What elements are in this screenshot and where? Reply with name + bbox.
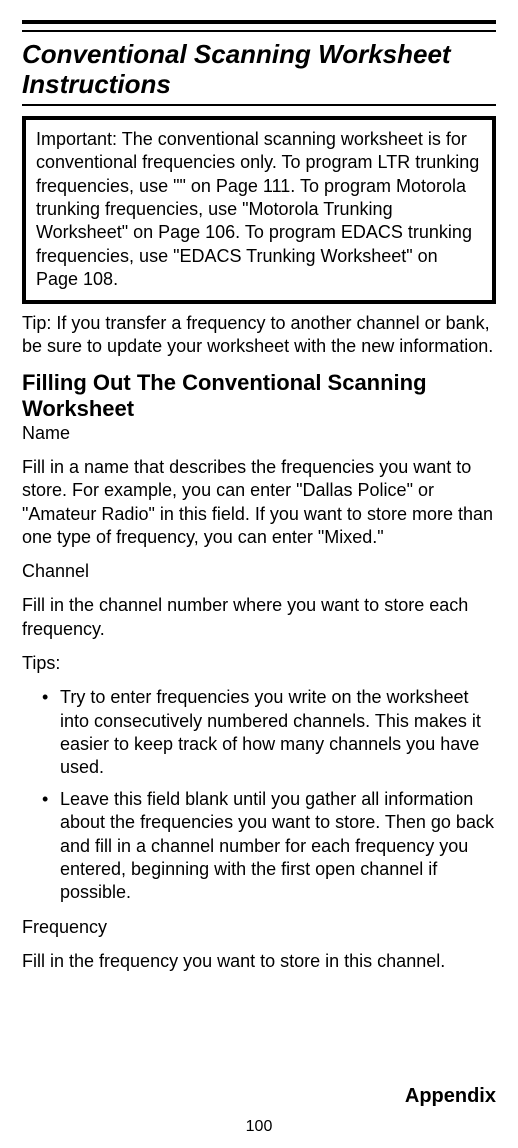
name-text: Fill in a name that describes the freque… [22, 456, 496, 550]
sub-heading: Filling Out The Conventional Scanning Wo… [22, 370, 496, 421]
page-content: Conventional Scanning Worksheet Instruct… [0, 0, 518, 973]
tips-label: Tips: [22, 653, 496, 674]
page-number: 100 [246, 1118, 273, 1136]
appendix-label: Appendix [405, 1085, 496, 1108]
frequency-text: Fill in the frequency you want to store … [22, 950, 496, 973]
tips-list: Try to enter frequencies you write on th… [22, 686, 496, 905]
channel-label: Channel [22, 561, 496, 582]
tip-paragraph: Tip: If you transfer a frequency to anot… [22, 312, 496, 359]
important-box: Important: The conventional scanning wor… [22, 116, 496, 304]
rule-thin [22, 30, 496, 32]
title-underline [22, 104, 496, 106]
rule-thick [22, 20, 496, 24]
name-label: Name [22, 423, 496, 444]
list-item: Try to enter frequencies you write on th… [42, 686, 496, 780]
frequency-label: Frequency [22, 917, 496, 938]
channel-text: Fill in the channel number where you wan… [22, 594, 496, 641]
list-item: Leave this field blank until you gather … [42, 788, 496, 905]
section-title: Conventional Scanning Worksheet Instruct… [22, 40, 496, 100]
